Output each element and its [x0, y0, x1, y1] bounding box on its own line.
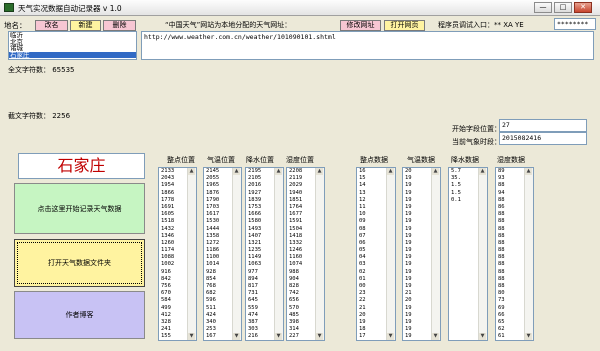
- column-cell: 127: [246, 341, 283, 342]
- rain-pos-list[interactable]: 2195 2105 2016 1927 1839 1753 1666 1580 1493 1407…: [245, 167, 284, 341]
- column-cell: 19: [403, 341, 440, 342]
- column-cell: 16: [357, 341, 395, 342]
- scroll-down-arrow-icon[interactable]: ▼: [188, 333, 195, 340]
- scrollbar[interactable]: ▲ ▼: [315, 168, 324, 340]
- temp-data-list[interactable]: 20 19 19 19 19 19 19 19 19 19 19 19 19 19 19 19 19 21 20 19…: [402, 167, 441, 341]
- start-record-button[interactable]: 点击这里开始记录天气数据: [14, 183, 145, 234]
- rain-data-list[interactable]: 5.7 35. 1.5 1.5 0.1 ▲ ▼: [448, 167, 488, 341]
- header-temp-data: 气温数据: [407, 156, 435, 164]
- scroll-up-arrow-icon[interactable]: ▲: [233, 168, 240, 175]
- header-humid-data: 湿度数据: [497, 156, 525, 164]
- window-title: 天气实况数据自动记录器 v 1.0: [18, 4, 122, 13]
- scrollbar[interactable]: ▲ ▼: [478, 168, 487, 340]
- hour-data-list[interactable]: 16 15 14 13 12 11 10 09 08 07 06 05 04 03 02 01 00 23 22 21…: [356, 167, 396, 341]
- header-humid-pos: 湿度位置: [286, 156, 314, 164]
- column-cell: 71: [159, 341, 196, 342]
- humid-data-list[interactable]: 89 93 88 94 88 86 88 88 88 88 88 88 88 88 88 88 88 80 73 69…: [495, 167, 534, 341]
- scroll-down-arrow-icon[interactable]: ▼: [525, 333, 532, 340]
- edit-url-button[interactable]: 修改网址: [340, 20, 381, 31]
- scroll-up-arrow-icon[interactable]: ▲: [432, 168, 439, 175]
- column-cell: 61: [496, 341, 533, 342]
- scroll-down-arrow-icon[interactable]: ▼: [432, 333, 439, 340]
- time-label: 当前气象时段：: [452, 138, 501, 146]
- scrollbar[interactable]: ▲ ▼: [187, 168, 196, 340]
- scroll-down-arrow-icon[interactable]: ▼: [479, 333, 486, 340]
- url-textarea[interactable]: http://www.weather.com.cn/weather/101090…: [141, 31, 594, 60]
- app-icon: [4, 3, 14, 12]
- temp-pos-list[interactable]: 2145 2055 1965 1876 1790 1703 1617 1530 1444 1358…: [203, 167, 242, 341]
- scroll-up-arrow-icon[interactable]: ▲: [525, 168, 532, 175]
- admin-label: 程序员调试入口：** XA YE: [438, 21, 524, 29]
- scrollbar[interactable]: ▲ ▼: [386, 168, 395, 340]
- title-bar: 天气实况数据自动记录器 v 1.0 — □ ✕: [0, 0, 600, 16]
- place-label: 地名：: [4, 21, 27, 30]
- scrollbar[interactable]: ▲ ▼: [274, 168, 283, 340]
- delete-button[interactable]: 删除: [103, 20, 136, 31]
- scroll-up-arrow-icon[interactable]: ▲: [275, 168, 282, 175]
- header-rain-pos: 降水位置: [246, 156, 274, 164]
- rename-button[interactable]: 改名: [35, 20, 68, 31]
- author-blog-button[interactable]: 作者博客: [14, 291, 145, 339]
- places-list[interactable]: 临沂 北京 诸城 石家庄: [8, 31, 137, 60]
- cut-char-count: 截文字符数： 2256: [8, 112, 71, 120]
- minimize-button[interactable]: —: [534, 2, 552, 13]
- column-cell: [449, 341, 487, 342]
- column-cell: 141: [287, 341, 324, 342]
- full-char-count: 全文字符数： 65535: [8, 66, 75, 74]
- scroll-up-arrow-icon[interactable]: ▲: [188, 168, 195, 175]
- time-field[interactable]: 2015082416: [499, 132, 587, 145]
- scrollbar[interactable]: ▲ ▼: [524, 168, 533, 340]
- scroll-down-arrow-icon[interactable]: ▼: [387, 333, 394, 340]
- new-button[interactable]: 新建: [70, 20, 101, 31]
- scroll-up-arrow-icon[interactable]: ▲: [387, 168, 394, 175]
- scroll-down-arrow-icon[interactable]: ▼: [275, 333, 282, 340]
- header-hour-data: 整点数据: [360, 156, 388, 164]
- scroll-down-arrow-icon[interactable]: ▼: [233, 333, 240, 340]
- scroll-down-arrow-icon[interactable]: ▼: [316, 333, 323, 340]
- hour-pos-list[interactable]: 2133 2043 1954 1866 1778 1691 1605 1518 1432 1346…: [158, 167, 197, 341]
- header-temp-pos: 气温位置: [207, 156, 235, 164]
- header-hour-pos: 整点位置: [167, 156, 195, 164]
- maximize-button[interactable]: □: [554, 2, 572, 13]
- column-cell: 83: [204, 341, 241, 342]
- header-rain-data: 降水数据: [451, 156, 479, 164]
- place-item-shijiazhuang[interactable]: 石家庄: [9, 51, 136, 58]
- scroll-up-arrow-icon[interactable]: ▲: [479, 168, 486, 175]
- start-pos-label: 开始字段位置：: [452, 125, 501, 133]
- url-label: “中国天气”网站为本地分配的天气网址：: [165, 21, 292, 29]
- humid-pos-list[interactable]: 2208 2119 2029 1940 1851 1764 1677 1591 1504 1418…: [286, 167, 325, 341]
- close-button[interactable]: ✕: [574, 2, 592, 13]
- open-data-folder-button[interactable]: 打开天气数据文件夹: [14, 239, 145, 287]
- scroll-up-arrow-icon[interactable]: ▲: [316, 168, 323, 175]
- city-name-display: 石家庄: [18, 153, 145, 179]
- open-page-button[interactable]: 打开网页: [384, 20, 425, 31]
- scrollbar[interactable]: ▲ ▼: [232, 168, 241, 340]
- scrollbar[interactable]: ▲ ▼: [431, 168, 440, 340]
- start-pos-field[interactable]: 27: [499, 119, 587, 132]
- admin-password-field[interactable]: ********: [554, 18, 596, 30]
